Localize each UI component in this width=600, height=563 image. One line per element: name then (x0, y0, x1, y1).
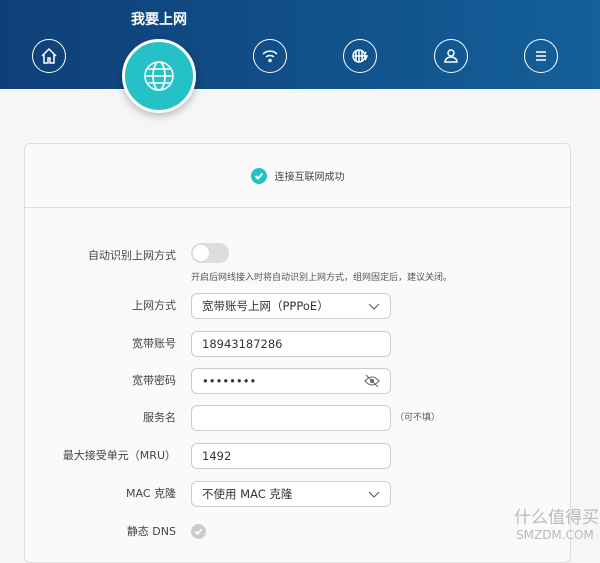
watermark-line2: SMZDM.COM (516, 528, 594, 542)
nav-internet[interactable] (122, 39, 196, 113)
success-check-icon (250, 167, 267, 184)
password-input[interactable]: •••••••• (191, 368, 391, 394)
dns-label: 静态 DNS (126, 525, 176, 538)
mru-label: 最大接受单元（MRU） (62, 449, 176, 462)
watermark: 什么值得买 SMZDM.COM (478, 508, 599, 542)
mac-select[interactable]: 不使用 MAC 克隆 (191, 481, 391, 507)
globe-icon (144, 61, 174, 91)
top-nav-bar: 我要上网 (0, 0, 600, 113)
nav-user[interactable] (434, 39, 468, 73)
mac-value: 不使用 MAC 克隆 (202, 487, 293, 501)
service-label: 服务名 (143, 411, 176, 424)
page-title: 我要上网 (131, 12, 187, 28)
internet-settings-card: 连接互联网成功 自动识别上网方式 开启后网线接入时将自动识别上网方式，组网固定后… (24, 143, 571, 563)
service-optional-note: （可不填） (395, 413, 441, 423)
nav-wifi[interactable] (253, 39, 287, 73)
mru-input[interactable]: 1492 (191, 443, 391, 469)
nav-home[interactable] (32, 39, 66, 73)
mode-value: 宽带账号上网（PPPoE） (202, 299, 329, 313)
account-label: 宽带账号 (132, 337, 176, 350)
user-icon (444, 49, 458, 63)
chevron-down-icon (368, 303, 380, 310)
auto-detect-help: 开启后网线接入时将自动识别上网方式，组网固定后，建议关闭。 (191, 273, 453, 283)
static-dns-checkbox[interactable] (191, 524, 206, 539)
menu-icon (536, 51, 546, 61)
home-icon (41, 47, 57, 64)
eye-hidden-icon[interactable] (364, 374, 380, 388)
connection-status: 连接互联网成功 (25, 144, 570, 208)
watermark-line1: 什么值得买 (514, 508, 599, 528)
auto-detect-label: 自动识别上网方式 (88, 249, 176, 262)
nav-network-settings[interactable] (343, 39, 377, 73)
wifi-icon (262, 50, 278, 63)
mac-label: MAC 克隆 (126, 487, 176, 500)
mode-label: 上网方式 (132, 299, 176, 312)
mode-select[interactable]: 宽带账号上网（PPPoE） (191, 293, 391, 319)
password-label: 宽带密码 (132, 374, 176, 387)
password-value: •••••••• (202, 374, 257, 388)
chevron-down-icon (368, 491, 380, 498)
status-text: 连接互联网成功 (274, 172, 345, 183)
account-input[interactable]: 18943187286 (191, 331, 391, 357)
auto-detect-toggle[interactable] (191, 243, 229, 263)
nav-more[interactable] (524, 39, 558, 73)
network-settings-icon (352, 49, 369, 63)
service-input[interactable] (191, 405, 391, 431)
